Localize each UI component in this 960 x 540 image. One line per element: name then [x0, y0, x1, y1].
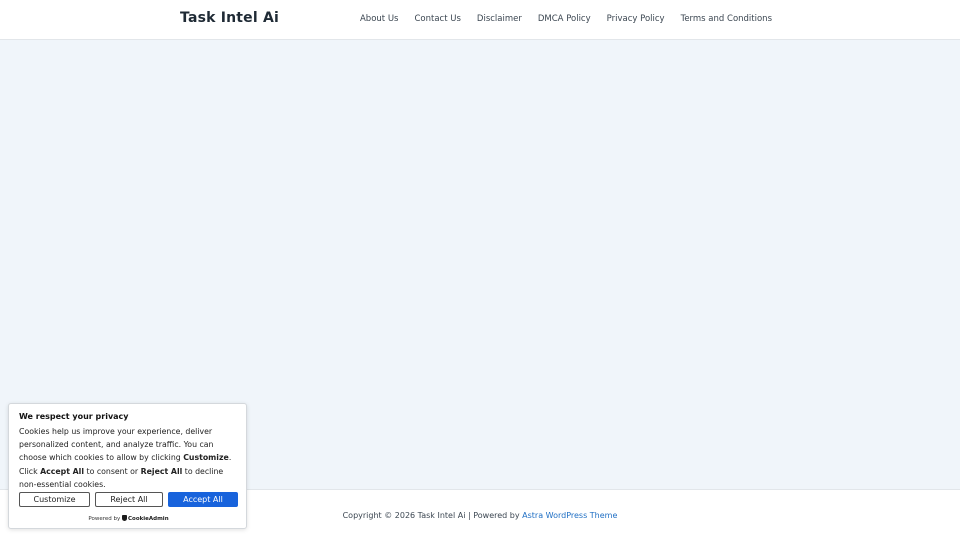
- cookieadmin-logo[interactable]: CookieAdmin: [122, 515, 169, 522]
- cookieadmin-brand-text: CookieAdmin: [128, 516, 169, 522]
- nav-item-privacy-policy[interactable]: Privacy Policy: [607, 14, 665, 24]
- shield-icon: [122, 515, 128, 521]
- powered-by-label: Powered by: [88, 516, 121, 522]
- site-title[interactable]: Task Intel Ai: [180, 10, 279, 26]
- powered-by: Powered by CookieAdmin: [9, 515, 248, 522]
- cookie-text-emphasis: Reject All: [140, 466, 183, 476]
- cookie-consent-banner: We respect your privacy Cookies help us …: [8, 403, 247, 529]
- nav-item-about-us[interactable]: About Us: [360, 14, 398, 24]
- nav-item-terms-and-conditions[interactable]: Terms and Conditions: [681, 14, 772, 24]
- cookie-banner-description: Cookies help us improve your experience,…: [19, 425, 241, 491]
- accept-all-button[interactable]: Accept All: [168, 492, 238, 507]
- cookie-text-part: to consent or: [84, 466, 141, 476]
- customize-button[interactable]: Customize: [19, 492, 90, 507]
- copyright-text: Copyright © 2026 Task Intel Ai | Powered…: [342, 511, 523, 520]
- nav-item-dmca-policy[interactable]: DMCA Policy: [538, 14, 591, 24]
- cookie-text-emphasis: Accept All: [40, 466, 85, 476]
- cookie-banner-title: We respect your privacy: [19, 412, 129, 421]
- nav-item-disclaimer[interactable]: Disclaimer: [477, 14, 522, 24]
- site-header: Task Intel Ai About Us Contact Us Discla…: [0, 0, 960, 40]
- reject-all-button[interactable]: Reject All: [95, 492, 163, 507]
- main-nav: About Us Contact Us Disclaimer DMCA Poli…: [360, 14, 772, 24]
- cookie-text-emphasis: Customize: [183, 453, 229, 463]
- nav-item-contact-us[interactable]: Contact Us: [414, 14, 460, 24]
- astra-theme-link[interactable]: Astra WordPress Theme: [522, 511, 617, 520]
